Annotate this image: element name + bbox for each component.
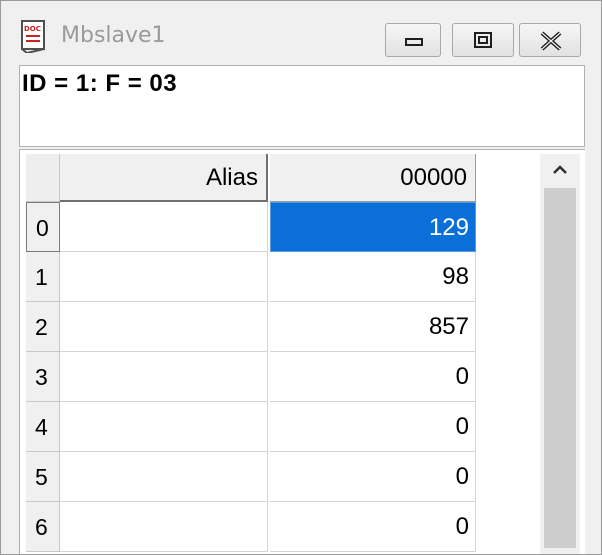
register-value-cell[interactable]: 0 [270,402,476,452]
row-number[interactable]: 3 [26,352,60,402]
alias-cell[interactable] [60,502,268,552]
alias-cell[interactable] [60,452,268,502]
table-row[interactable]: 6 0 [26,502,476,552]
table-row[interactable]: 3 0 [26,352,476,402]
register-value-cell[interactable]: 857 [270,302,476,352]
table-row[interactable]: 0 129 [26,202,476,252]
row-number[interactable]: 1 [26,252,60,302]
chevron-up-icon [553,165,567,174]
row-number[interactable]: 0 [26,202,60,252]
register-value-cell[interactable]: 98 [270,252,476,302]
row-number[interactable]: 6 [26,502,60,552]
alias-cell[interactable] [60,302,268,352]
slave-function-label: ID = 1: F = 03 [22,70,178,97]
column-header-alias[interactable]: Alias [60,154,268,202]
app-window: DOC Mbslave1 ID = 1: F = 03 Alias 00000 … [0,0,602,555]
row-number[interactable]: 2 [26,302,60,352]
svg-text:DOC: DOC [24,25,41,33]
alias-cell[interactable] [60,402,268,452]
alias-cell[interactable] [60,202,268,252]
register-value-cell[interactable]: 0 [270,452,476,502]
minimize-button[interactable] [385,23,441,57]
grid-corner[interactable] [26,154,60,202]
register-value-cell[interactable]: 129 [270,202,476,252]
scroll-thumb[interactable] [544,188,576,548]
table-row[interactable]: 4 0 [26,402,476,452]
register-grid[interactable]: Alias 00000 0 129 1 98 2 857 3 0 4 0 5 0… [19,149,585,554]
minimize-icon [405,38,423,46]
table-row[interactable]: 2 857 [26,302,476,352]
row-number[interactable]: 4 [26,402,60,452]
close-icon [540,31,562,51]
maximize-icon [474,32,492,48]
row-number[interactable]: 5 [26,452,60,502]
register-value-cell[interactable]: 0 [270,352,476,402]
scroll-up-button[interactable] [540,154,580,186]
maximize-button[interactable] [452,23,514,57]
column-header-address[interactable]: 00000 [270,154,476,202]
register-value-cell[interactable]: 0 [270,502,476,552]
document-app-icon[interactable]: DOC [19,19,49,55]
title-bar[interactable]: DOC Mbslave1 [1,1,601,65]
table-row[interactable]: 1 98 [26,252,476,302]
window-title: Mbslave1 [61,23,166,48]
alias-cell[interactable] [60,352,268,402]
alias-cell[interactable] [60,252,268,302]
vertical-scrollbar[interactable] [540,154,580,554]
close-button[interactable] [519,23,581,57]
header-panel: ID = 1: F = 03 [19,65,585,147]
table-row[interactable]: 5 0 [26,452,476,502]
